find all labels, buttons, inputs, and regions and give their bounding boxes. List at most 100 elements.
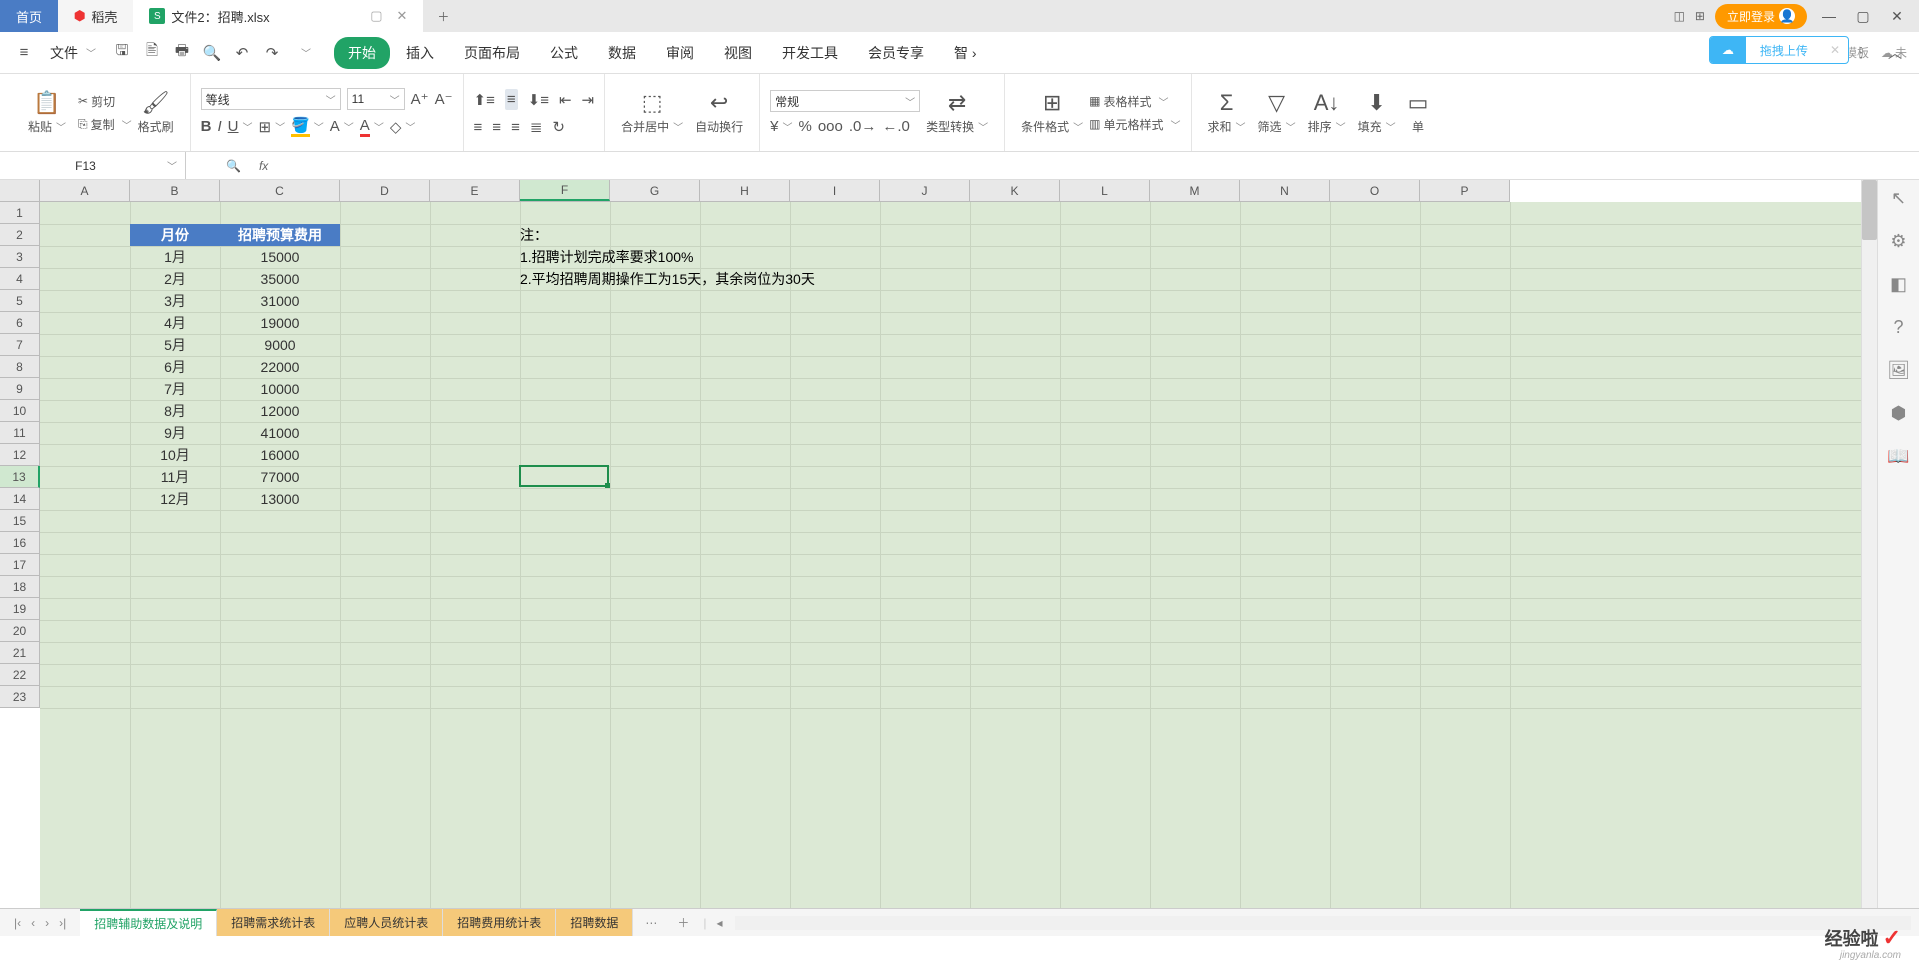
- fill-button[interactable]: ⬇填充﹀: [1352, 90, 1402, 135]
- upload-button[interactable]: ☁ 拖拽上传 ✕: [1709, 36, 1849, 64]
- link-icon[interactable]: ⬢: [1891, 403, 1907, 424]
- book-icon[interactable]: 📖: [1887, 446, 1909, 467]
- cell[interactable]: 招聘预算费用: [220, 224, 340, 246]
- column-header-G[interactable]: G: [610, 180, 700, 201]
- type-convert-button[interactable]: ⇄类型转换﹀: [920, 90, 994, 135]
- row-header-8[interactable]: 8: [0, 356, 40, 378]
- orientation-icon[interactable]: ↻: [552, 118, 565, 136]
- cell[interactable]: 15000: [220, 246, 340, 268]
- column-header-F[interactable]: F: [520, 180, 610, 201]
- indent-decrease-icon[interactable]: ⇤: [559, 91, 572, 109]
- collapse-ribbon-icon[interactable]: ︿: [1883, 43, 1907, 63]
- menu-tab-page[interactable]: 页面布局: [450, 37, 534, 69]
- row-header-10[interactable]: 10: [0, 400, 40, 422]
- table-style-button[interactable]: ▦表格样式﹀: [1089, 93, 1180, 110]
- cell[interactable]: 8月: [130, 400, 220, 422]
- sheet-tab-4[interactable]: 招聘费用统计表: [443, 909, 556, 936]
- column-header-N[interactable]: N: [1240, 180, 1330, 201]
- cell[interactable]: 22000: [220, 356, 340, 378]
- cell[interactable]: 12月: [130, 488, 220, 510]
- tab-doke[interactable]: ⬢ 稻壳: [58, 0, 133, 32]
- sheet-tab-2[interactable]: 招聘需求统计表: [217, 909, 330, 936]
- settings-slider-icon[interactable]: ⚙: [1890, 231, 1906, 252]
- apps-icon[interactable]: ⊞: [1695, 9, 1705, 23]
- undo-icon[interactable]: ↶: [230, 41, 254, 65]
- column-header-L[interactable]: L: [1060, 180, 1150, 201]
- row-header-18[interactable]: 18: [0, 576, 40, 598]
- formula-input[interactable]: [268, 152, 1919, 179]
- grid[interactable]: ABCDEFGHIJKLMNOP 12345678910111213141516…: [0, 180, 1861, 908]
- cell[interactable]: 9000: [220, 334, 340, 356]
- clear-format-icon[interactable]: ◇﹀: [390, 118, 416, 136]
- cursor-select-icon[interactable]: ↖: [1891, 188, 1906, 209]
- cell[interactable]: 3月: [130, 290, 220, 312]
- row-header-5[interactable]: 5: [0, 290, 40, 312]
- row-header-22[interactable]: 22: [0, 664, 40, 686]
- row-header-19[interactable]: 19: [0, 598, 40, 620]
- minimize-button[interactable]: —: [1817, 8, 1841, 24]
- copy-button[interactable]: ⎘复制﹀: [78, 116, 132, 133]
- row-header-4[interactable]: 4: [0, 268, 40, 290]
- cell[interactable]: 2月: [130, 268, 220, 290]
- cell[interactable]: 4月: [130, 312, 220, 334]
- cell[interactable]: 16000: [220, 444, 340, 466]
- select-all-corner[interactable]: [0, 180, 40, 202]
- layout-icon[interactable]: ◫: [1674, 9, 1685, 23]
- menu-tab-view[interactable]: 视图: [710, 37, 766, 69]
- sheet-last-icon[interactable]: ›|: [59, 916, 66, 930]
- font-name-select[interactable]: 等线﹀: [201, 88, 341, 110]
- cell[interactable]: 10000: [220, 378, 340, 400]
- tab-restore-icon[interactable]: ▢: [370, 8, 382, 24]
- cell[interactable]: 月份: [130, 224, 220, 246]
- increase-font-icon[interactable]: A⁺: [411, 90, 429, 108]
- column-header-B[interactable]: B: [130, 180, 220, 201]
- hscroll-left-icon[interactable]: ◂: [712, 916, 726, 930]
- sheet-first-icon[interactable]: |‹: [14, 916, 21, 930]
- currency-icon[interactable]: ¥﹀: [770, 118, 792, 135]
- cell[interactable]: 5月: [130, 334, 220, 356]
- fill-color-icon[interactable]: 🪣﹀: [291, 116, 324, 137]
- cell[interactable]: 41000: [220, 422, 340, 444]
- note-text[interactable]: 2.平均招聘周期操作工为15天，其余岗位为30天: [520, 268, 815, 290]
- cut-button[interactable]: ✂剪切: [78, 93, 132, 110]
- menu-tab-dev[interactable]: 开发工具: [768, 37, 852, 69]
- italic-icon[interactable]: I: [218, 118, 222, 135]
- cell[interactable]: 10月: [130, 444, 220, 466]
- note-text[interactable]: 注：: [520, 224, 548, 246]
- cell[interactable]: 1月: [130, 246, 220, 268]
- filter-button[interactable]: ▽筛选﹀: [1252, 90, 1302, 135]
- conditional-format-button[interactable]: ⊞条件格式﹀: [1015, 90, 1089, 135]
- cell[interactable]: 7月: [130, 378, 220, 400]
- sheet-more-icon[interactable]: ⋯: [633, 916, 669, 930]
- note-text[interactable]: 1.招聘计划完成率要求100%: [520, 246, 693, 268]
- cell[interactable]: 11月: [130, 466, 220, 488]
- fx-icon[interactable]: fx: [259, 159, 268, 173]
- row-header-23[interactable]: 23: [0, 686, 40, 708]
- name-box[interactable]: F13 ﹀: [0, 152, 186, 179]
- vertical-scrollbar[interactable]: [1861, 180, 1877, 908]
- row-header-21[interactable]: 21: [0, 642, 40, 664]
- sheet-tab-3[interactable]: 应聘人员统计表: [330, 909, 443, 936]
- close-window-button[interactable]: ✕: [1885, 8, 1909, 25]
- column-header-E[interactable]: E: [430, 180, 520, 201]
- sheet-tab-5[interactable]: 招聘数据: [556, 909, 633, 936]
- column-header-I[interactable]: I: [790, 180, 880, 201]
- increase-decimal-icon[interactable]: .0→: [849, 118, 877, 135]
- font-type-icon[interactable]: A﹀: [330, 118, 354, 135]
- image-icon[interactable]: 🖼: [1887, 360, 1910, 381]
- sheet-prev-icon[interactable]: ‹: [31, 916, 35, 930]
- file-menu[interactable]: 文件 ﹀: [42, 39, 104, 67]
- sheet-next-icon[interactable]: ›: [45, 916, 49, 930]
- merge-center-button[interactable]: ⬚合并居中﹀: [615, 90, 689, 135]
- row-header-9[interactable]: 9: [0, 378, 40, 400]
- menu-tab-member[interactable]: 会员专享: [854, 37, 938, 69]
- percent-icon[interactable]: %: [798, 118, 811, 135]
- zoom-search-icon[interactable]: 🔍: [226, 159, 241, 173]
- decrease-decimal-icon[interactable]: ←.0: [882, 118, 910, 135]
- cell[interactable]: 6月: [130, 356, 220, 378]
- cell[interactable]: 31000: [220, 290, 340, 312]
- column-header-M[interactable]: M: [1150, 180, 1240, 201]
- row-header-17[interactable]: 17: [0, 554, 40, 576]
- sort-button[interactable]: A↓排序﹀: [1302, 90, 1352, 135]
- row-header-16[interactable]: 16: [0, 532, 40, 554]
